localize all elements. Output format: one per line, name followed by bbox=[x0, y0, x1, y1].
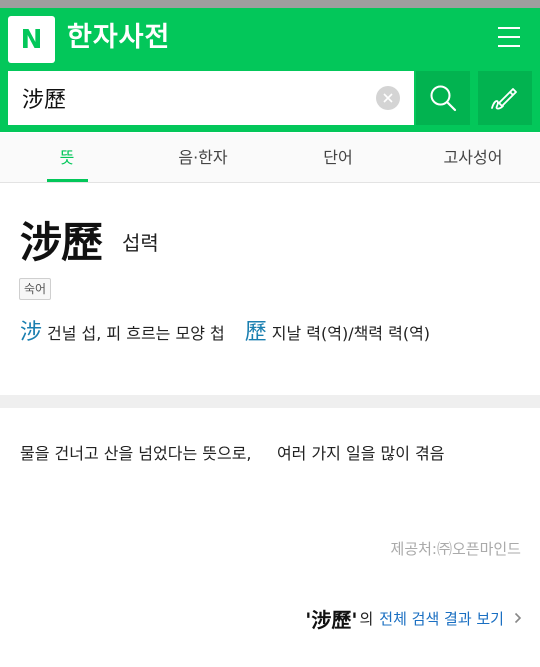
character-link[interactable]: 歷 bbox=[245, 314, 267, 346]
tab-words[interactable]: 단어 bbox=[298, 133, 378, 182]
search-icon bbox=[430, 85, 457, 112]
search-term-particle: 의 bbox=[359, 609, 374, 628]
tab-meaning[interactable]: 뜻 bbox=[27, 133, 107, 182]
app-header: N 한자사전 bbox=[0, 8, 540, 132]
search-box bbox=[8, 71, 414, 125]
search-term: '涉歷' bbox=[305, 607, 358, 632]
handwriting-input-button[interactable] bbox=[478, 71, 532, 125]
full-results-label[interactable]: 전체 검색 결과 보기 bbox=[379, 608, 504, 629]
status-bar bbox=[0, 0, 540, 8]
dictionary-entry: 涉歷 섭력 숙어 涉 건널 섭, 피 흐르는 모양 첩 歷 지날 력(역)/책력… bbox=[0, 183, 540, 395]
active-tab-indicator bbox=[47, 179, 88, 182]
handwriting-pen-icon bbox=[491, 88, 517, 110]
chevron-right-icon bbox=[514, 612, 522, 624]
source-credit: 제공처:㈜오픈마인드 bbox=[390, 540, 521, 558]
character-meanings: 涉 건널 섭, 피 흐르는 모양 첩 歷 지날 력(역)/책력 력(역) bbox=[20, 314, 431, 346]
character-link[interactable]: 涉 bbox=[20, 314, 42, 346]
clear-search-button[interactable] bbox=[376, 86, 400, 110]
tab-sound-hanja[interactable]: 음·한자 bbox=[158, 133, 248, 182]
character-meaning: 지날 력(역)/책력 력(역) bbox=[271, 324, 431, 343]
search-input[interactable] bbox=[22, 71, 362, 125]
close-icon bbox=[383, 93, 393, 103]
tab-idioms[interactable]: 고사성어 bbox=[423, 133, 523, 182]
naver-logo[interactable]: N bbox=[8, 16, 55, 63]
section-divider bbox=[0, 395, 540, 408]
character-meaning: 건널 섭, 피 흐르는 모양 첩 bbox=[47, 324, 225, 343]
full-search-results-link[interactable]: '涉歷' 의 전체 검색 결과 보기 bbox=[305, 603, 522, 633]
app-title[interactable]: 한자사전 bbox=[67, 18, 170, 58]
category-tabs: 뜻 음·한자 단어 고사성어 bbox=[0, 133, 540, 183]
hamburger-menu-icon[interactable] bbox=[498, 27, 520, 47]
entry-word: 涉歷 bbox=[20, 218, 103, 267]
search-button[interactable] bbox=[416, 71, 470, 125]
category-badge: 숙어 bbox=[19, 278, 52, 300]
definition-text: 물을 건너고 산을 넘었다는 뜻으로, 여러 가지 일을 많이 겪음 bbox=[20, 444, 445, 463]
entry-reading: 섭력 bbox=[122, 231, 159, 255]
